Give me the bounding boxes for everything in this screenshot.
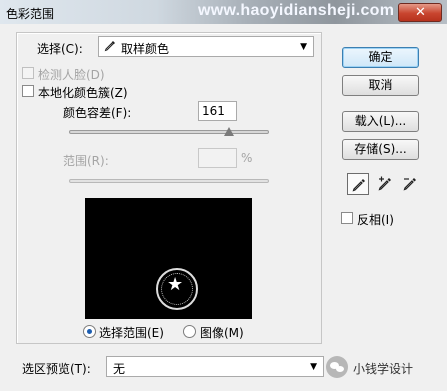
radio-selection-label: 选择范围(E) [99, 326, 164, 340]
select-label: 选择(C): [37, 42, 83, 56]
close-button[interactable]: ✕ [398, 3, 442, 22]
detect-faces-label: 检测人脸(D) [38, 68, 105, 82]
range-unit: % [241, 151, 253, 165]
fuzziness-label: 颜色容差(F): [63, 106, 132, 120]
title-bar[interactable]: 色彩范围 www.haoyidiansheji.com ✕ [0, 0, 447, 24]
localized-clusters-checkbox[interactable] [22, 85, 34, 97]
invert-checkbox[interactable] [341, 212, 353, 224]
range-slider[interactable] [69, 179, 269, 183]
radio-image-label: 图像(M) [200, 326, 244, 340]
eyedropper-plus-tool[interactable] [374, 173, 396, 195]
chevron-down-icon: ▼ [300, 42, 307, 52]
load-button[interactable]: 载入(L)... [342, 111, 419, 132]
eyedropper-plus-icon [378, 176, 391, 191]
cancel-button[interactable]: 取消 [342, 75, 419, 96]
eyedropper-icon [104, 41, 115, 52]
brand-label: 小钱学设计 [353, 362, 414, 376]
localized-clusters-label: 本地化颜色簇(Z) [38, 86, 128, 100]
range-label: 范围(R): [63, 154, 109, 168]
selection-preview-label: 选区预览(T): [22, 362, 91, 376]
eyedropper-icon [352, 179, 365, 192]
eyedropper-tool[interactable] [347, 173, 369, 195]
fuzziness-input[interactable]: 161 [198, 101, 237, 121]
wechat-logo-icon [326, 356, 348, 378]
save-button[interactable]: 存储(S)... [342, 139, 419, 160]
eyedropper-minus-tool[interactable] [399, 173, 421, 195]
selection-preview-select[interactable]: 无 ▼ [106, 356, 324, 377]
range-input[interactable] [198, 148, 237, 168]
selection-preview-image: ★ [85, 198, 252, 319]
radio-image[interactable] [183, 325, 196, 338]
close-icon: ✕ [415, 5, 426, 20]
chevron-down-icon: ▼ [310, 362, 317, 372]
fuzziness-slider[interactable] [69, 130, 269, 134]
window-title: 色彩范围 [6, 7, 55, 21]
fuzziness-slider-thumb[interactable] [224, 127, 234, 136]
ok-button[interactable]: 确定 [342, 47, 419, 68]
select-dropdown[interactable]: 取样颜色 ▼ [98, 36, 314, 57]
radio-selection[interactable] [83, 325, 96, 338]
select-value: 取样颜色 [121, 42, 170, 56]
invert-label: 反相(I) [357, 213, 394, 227]
detect-faces-checkbox[interactable] [22, 67, 34, 79]
eyedropper-minus-icon [403, 178, 416, 191]
selection-preview-value: 无 [113, 362, 126, 376]
watermark: www.haoyidiansheji.com [198, 2, 395, 19]
fuzziness-value: 161 [202, 104, 225, 118]
seal-image: ★ [156, 268, 198, 310]
star-icon: ★ [167, 274, 184, 295]
